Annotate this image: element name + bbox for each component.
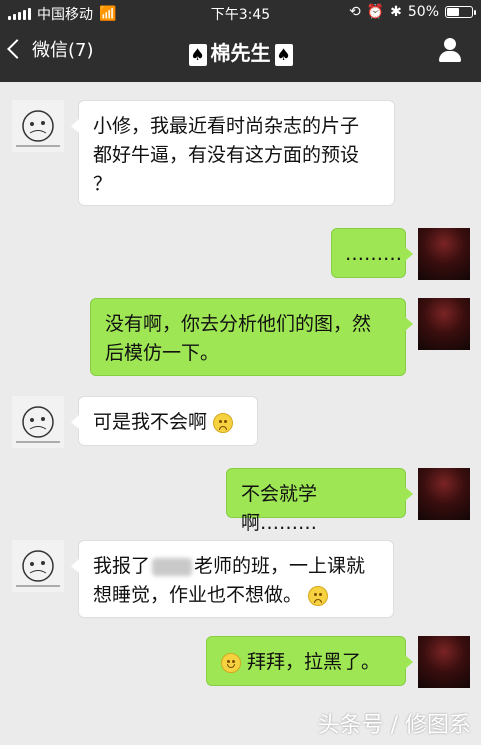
contact-avatar[interactable] [12, 396, 64, 448]
message-bubble-outgoing[interactable]: ……… [331, 228, 413, 278]
message-text: 老师的班，一上课就 [194, 555, 366, 577]
message-line: 我报了 老师的班，一上课就 [93, 552, 379, 581]
sad-face-icon [213, 412, 234, 433]
profile-icon[interactable] [437, 38, 463, 64]
redacted-name [152, 557, 193, 576]
message-bubble-incoming[interactable]: 我报了 老师的班，一上课就 想睡觉，作业也不想做。 [71, 540, 394, 618]
alarm-icon: ⏰ [366, 4, 385, 20]
message-text: 我报了 [93, 555, 151, 577]
status-right: ⟲ ⏰ ✱ 50% [348, 4, 476, 20]
message-text: 不会就学啊……… [241, 483, 318, 534]
contact-avatar[interactable] [12, 540, 64, 592]
spade-icon: ♠ [188, 43, 207, 66]
spade-icon: ♠ [274, 43, 293, 66]
message-bubble-outgoing[interactable]: 没有啊，你去分析他们的图，然 后模仿一下。 [90, 298, 413, 376]
status-bar: 中国移动 📶 下午3:45 ⟲ ⏰ ✱ 50% [0, 0, 481, 24]
contact-avatar[interactable] [12, 100, 64, 152]
message-line: 想睡觉，作业也不想做。 [93, 581, 379, 610]
message-line: 后模仿一下。 [105, 342, 220, 364]
lock-rotation-icon: ⟲ [348, 4, 361, 20]
message-text: ……… [345, 243, 402, 265]
message-line: ？ [93, 173, 113, 195]
battery-icon [445, 6, 476, 18]
chat-header: 微信(7) ♠ 棉先生 ♠ [0, 24, 481, 82]
message-bubble-incoming[interactable]: 可是我不会啊 [71, 396, 258, 446]
message-line: 都好牛逼，有没有这方面的预设 [93, 144, 360, 166]
message-line: 没有啊，你去分析他们的图，然 [105, 313, 372, 335]
message-text: 想睡觉，作业也不想做。 [93, 584, 303, 606]
message-bubble-outgoing[interactable]: 不会就学啊……… [226, 468, 413, 534]
my-avatar[interactable] [418, 228, 470, 280]
chat-area[interactable]: 小修，我最近看时尚杂志的片子 都好牛逼，有没有这方面的预设 ？ ……… 没有啊，… [0, 82, 481, 745]
message-text: 可是我不会啊 [93, 411, 208, 433]
sad-face-icon [308, 585, 329, 606]
message-bubble-incoming[interactable]: 小修，我最近看时尚杂志的片子 都好牛逼，有没有这方面的预设 ？ [71, 100, 395, 206]
watermark: 头条号 / 修图系 [317, 713, 471, 738]
message-line: 小修，我最近看时尚杂志的片子 [93, 115, 360, 137]
message-text: 拜拜，拉黑了。 [247, 651, 381, 673]
chat-title: ♠ 棉先生 ♠ [0, 37, 481, 66]
bluetooth-icon: ✱ [390, 4, 402, 20]
my-avatar[interactable] [418, 636, 470, 688]
message-bubble-outgoing[interactable]: 拜拜，拉黑了。 [206, 636, 413, 686]
smile-face-icon [221, 652, 241, 673]
my-avatar[interactable] [418, 468, 470, 520]
battery-percent: 50% [407, 4, 439, 20]
my-avatar[interactable] [418, 298, 470, 350]
chat-title-text: 棉先生 [210, 41, 271, 65]
